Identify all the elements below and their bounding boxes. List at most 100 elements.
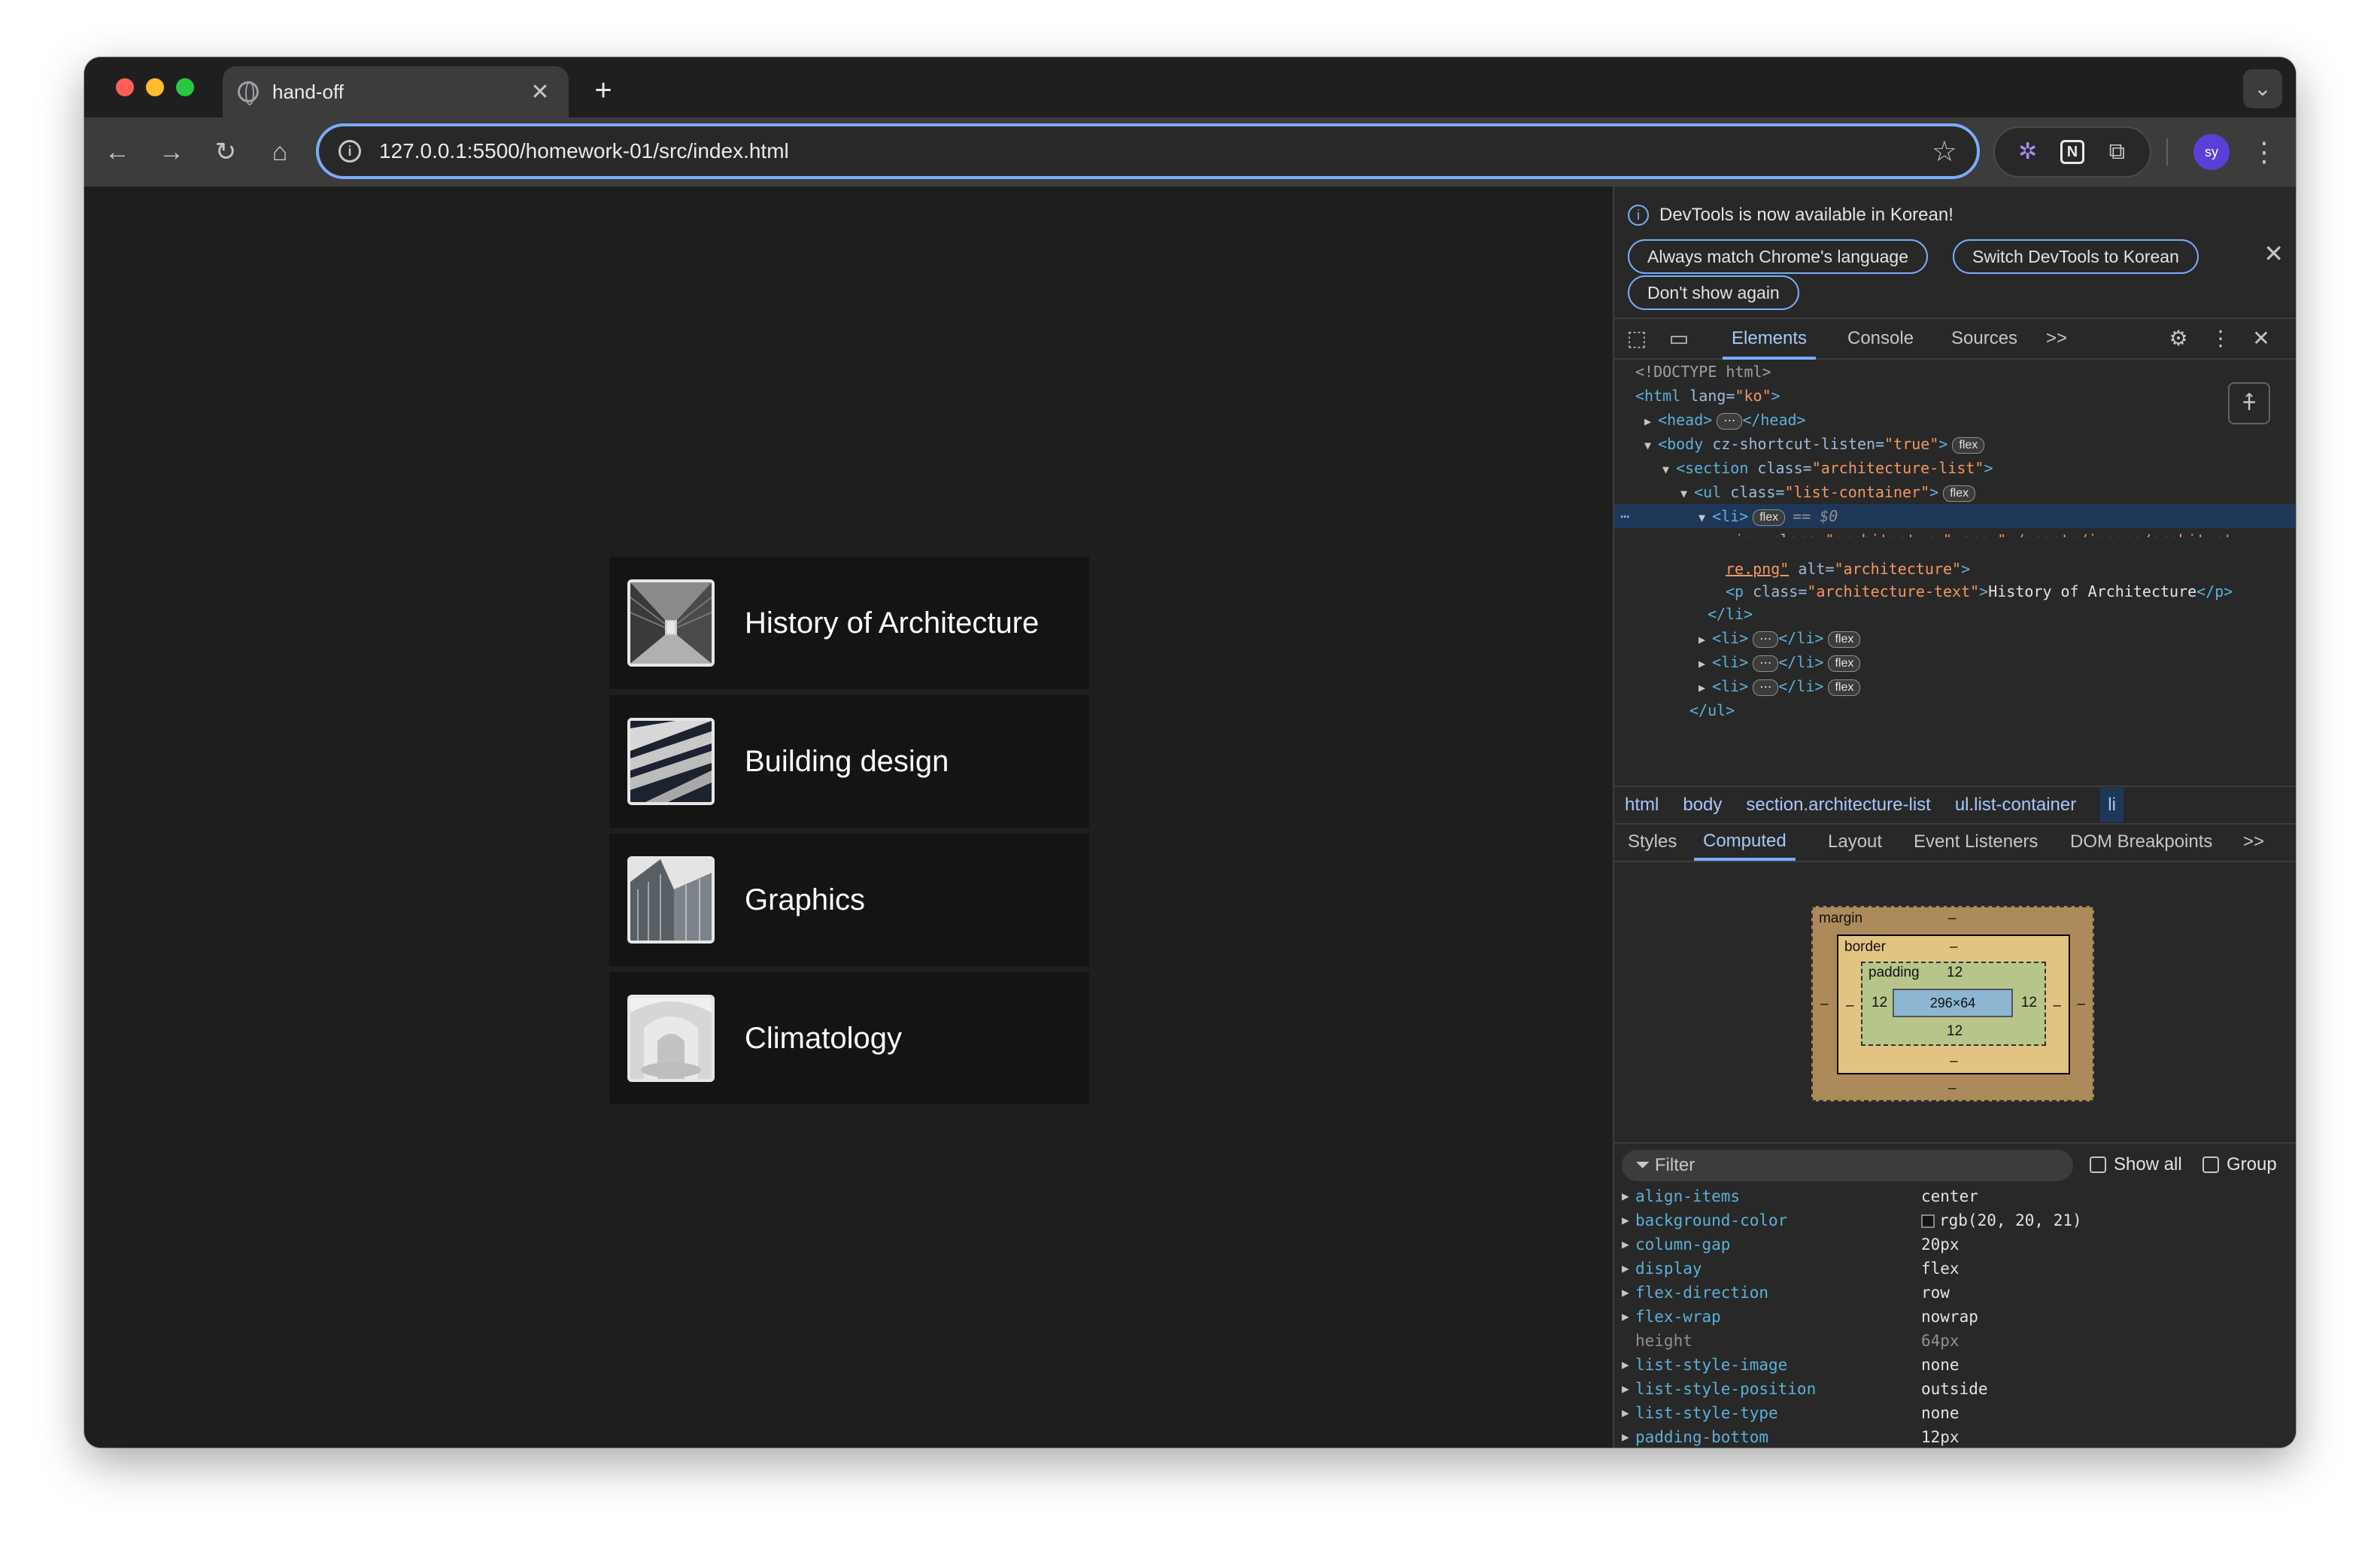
show-all-checkbox[interactable]: Show all: [2090, 1154, 2182, 1175]
filter-input[interactable]: ⏷ Filter: [1622, 1150, 2073, 1181]
tab-styles[interactable]: Styles: [1619, 825, 1686, 861]
tab-computed[interactable]: Computed: [1694, 825, 1796, 861]
new-tab-button[interactable]: +: [584, 72, 623, 111]
computed-property-row[interactable]: height 64px: [1614, 1329, 2296, 1353]
minimize-window-button[interactable]: [146, 78, 164, 96]
list-item[interactable]: Building design: [609, 695, 1089, 828]
computed-properties: ▶ align-items center ▶ background-color rgb(…: [1614, 1184, 2296, 1448]
dom-line[interactable]: ▼ <section class="architecture-list">: [1614, 456, 2296, 480]
device-toolbar-icon[interactable]: ▭: [1665, 325, 1692, 352]
title-bar: hand-off ✕ + ⌄: [84, 57, 2296, 117]
devtools-tabbar: ⬚ ▭ Elements Console Sources >> ⚙ ⋮ ✕: [1614, 318, 2296, 360]
notion-extension-icon[interactable]: N: [2060, 140, 2084, 164]
list-item-label: Building design: [745, 744, 949, 778]
list-item-label: Graphics: [745, 883, 866, 916]
computed-property-row[interactable]: ▶ display flex: [1614, 1257, 2296, 1281]
site-info-icon[interactable]: i: [338, 140, 361, 163]
reload-icon[interactable]: ↻: [208, 134, 244, 170]
dont-show-again-button[interactable]: Don't show again: [1628, 275, 1799, 310]
list-item-label: Climatology: [745, 1021, 902, 1055]
breadcrumb-li[interactable]: li: [2100, 788, 2123, 822]
toolbar-divider: [2166, 138, 2168, 166]
dom-line[interactable]: ▶ <head> ⋯ </head>: [1614, 408, 2296, 432]
dom-line[interactable]: ▶ <li> ⋯ </li> flex: [1614, 626, 2296, 650]
switch-to-korean-button[interactable]: Switch DevTools to Korean: [1953, 239, 2199, 274]
architecture-thumbnail: [627, 856, 715, 944]
dom-line[interactable]: ▼ <ul class="list-container"> flex: [1614, 480, 2296, 504]
breadcrumb-ul[interactable]: ul.list-container: [1955, 795, 2076, 816]
list-item-label: History of Architecture: [745, 606, 1040, 640]
inspect-element-icon[interactable]: ⬚: [1623, 325, 1650, 352]
browser-toolbar: ← → ↻ ⌂ i 127.0.0.1:5500/homework-01/src…: [84, 117, 2296, 187]
group-checkbox[interactable]: Group: [2202, 1154, 2277, 1175]
dom-line[interactable]: ▶ <li> ⋯ </li> flex: [1614, 674, 2296, 698]
list-item[interactable]: Climatology: [609, 972, 1089, 1105]
tab-sources[interactable]: Sources: [1942, 319, 2026, 360]
box-model-padding[interactable]: padding 12 12 12 12 296×64: [1861, 962, 2046, 1046]
close-devtools-icon[interactable]: ✕: [2248, 325, 2275, 352]
dom-line[interactable]: </li>: [1614, 602, 2296, 626]
computed-property-row[interactable]: ▶ list-style-image none: [1614, 1353, 2296, 1377]
box-model-border[interactable]: border – – – – padding 12 12 12 12 296×6…: [1837, 934, 2070, 1074]
dom-line-selected[interactable]: ⋯ ▼ <li> flex == $0: [1614, 504, 2296, 528]
more-tabs-chevron-icon[interactable]: >>: [2234, 825, 2273, 861]
bookmark-star-icon[interactable]: ☆: [1932, 135, 1957, 169]
close-icon[interactable]: ✕: [2263, 239, 2284, 268]
breadcrumb-body[interactable]: body: [1683, 795, 1722, 816]
gear-extension-icon[interactable]: ✲: [2013, 137, 2043, 167]
close-window-button[interactable]: [116, 78, 134, 96]
computed-property-row[interactable]: ▶ background-color rgb(20, 20, 21): [1614, 1208, 2296, 1232]
box-model-content[interactable]: 296×64: [1893, 989, 2013, 1017]
always-match-language-button[interactable]: Always match Chrome's language: [1628, 239, 1928, 274]
tab-layout[interactable]: Layout: [1819, 825, 1891, 861]
architecture-list: History of Architecture Building design: [609, 557, 1089, 1111]
tab-dom-breakpoints[interactable]: DOM Breakpoints: [2061, 825, 2221, 861]
devtools-menu-icon[interactable]: ⋮: [2207, 325, 2234, 352]
list-item[interactable]: Graphics: [609, 834, 1089, 966]
dom-line[interactable]: <html lang="ko">: [1614, 384, 2296, 408]
breadcrumb-section[interactable]: section.architecture-list: [1746, 795, 1930, 816]
tab-event-listeners[interactable]: Event Listeners: [1905, 825, 2047, 861]
box-model-area: margin – – – – border – – – – padding 12…: [1614, 862, 2296, 1142]
tab-close-icon[interactable]: ✕: [527, 79, 554, 105]
tab-console[interactable]: Console: [1838, 319, 1923, 360]
dom-line[interactable]: re.png" alt="architecture">: [1614, 557, 2296, 579]
architecture-thumbnail: [627, 579, 715, 667]
tab-title: hand-off: [272, 80, 344, 103]
color-swatch[interactable]: [1921, 1214, 1935, 1228]
dom-line[interactable]: ▶ <li> ⋯ </li> flex: [1614, 650, 2296, 674]
extensions-group: ✲ N ⧉: [1993, 126, 2151, 178]
dom-line[interactable]: <img class="architecture" src="./assets/…: [1614, 528, 2296, 537]
profile-avatar[interactable]: sy: [2193, 134, 2230, 170]
url-text[interactable]: 127.0.0.1:5500/homework-01/src/index.htm…: [379, 139, 1932, 163]
breadcrumb-html[interactable]: html: [1625, 795, 1659, 816]
back-arrow-icon[interactable]: ←: [99, 134, 135, 170]
address-bar[interactable]: i 127.0.0.1:5500/homework-01/src/index.h…: [316, 123, 1980, 179]
tab-elements[interactable]: Elements: [1723, 319, 1817, 360]
dom-line[interactable]: </ul>: [1614, 698, 2296, 722]
computed-property-row[interactable]: ▶ flex-wrap nowrap: [1614, 1305, 2296, 1329]
dom-line[interactable]: ▼ <body cz-shortcut-listen="true"> flex: [1614, 432, 2296, 456]
more-menu-icon[interactable]: ⋮: [2249, 134, 2279, 170]
browser-window: hand-off ✕ + ⌄ ← → ↻ ⌂ i 127.0.0.1:5500/…: [84, 57, 2296, 1448]
computed-property-row[interactable]: ▶ list-style-position outside: [1614, 1377, 2296, 1401]
puzzle-extensions-icon[interactable]: ⧉: [2102, 137, 2132, 167]
more-tabs-chevron-icon[interactable]: >>: [2037, 319, 2076, 360]
box-model-margin[interactable]: margin – – – – border – – – – padding 12…: [1811, 906, 2094, 1102]
computed-property-row[interactable]: ▶ padding-bottom 12px: [1614, 1425, 2296, 1448]
tab-search-chevron-icon[interactable]: ⌄: [2243, 69, 2282, 108]
computed-property-row[interactable]: ▶ column-gap 20px: [1614, 1232, 2296, 1257]
forward-arrow-icon[interactable]: →: [153, 134, 190, 170]
browser-tab[interactable]: hand-off ✕: [223, 66, 569, 117]
sidebar-tabbar: Styles Computed Layout Event Listeners D…: [1614, 823, 2296, 862]
computed-property-row[interactable]: ▶ flex-direction row: [1614, 1281, 2296, 1305]
zoom-window-button[interactable]: [176, 78, 194, 96]
dom-line[interactable]: <p class="architecture-text">History of …: [1614, 579, 2296, 602]
list-item[interactable]: History of Architecture: [609, 557, 1089, 689]
dom-line[interactable]: <!DOCTYPE html>: [1614, 360, 2296, 384]
language-infobar: i DevTools is now available in Korean! A…: [1614, 187, 2296, 318]
home-icon[interactable]: ⌂: [262, 134, 298, 170]
settings-gear-icon[interactable]: ⚙: [2165, 325, 2192, 352]
computed-property-row[interactable]: ▶ align-items center: [1614, 1184, 2296, 1208]
computed-property-row[interactable]: ▶ list-style-type none: [1614, 1401, 2296, 1425]
